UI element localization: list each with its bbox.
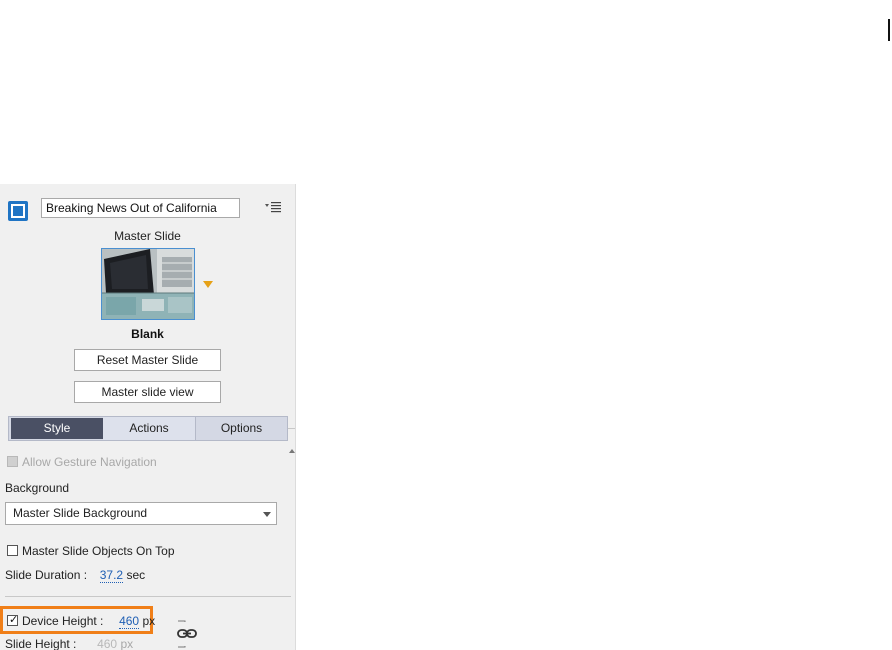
- slide-icon: [8, 201, 28, 221]
- slide-height-label: Slide Height :: [5, 637, 77, 650]
- background-label: Background: [5, 481, 70, 495]
- scroll-up-icon[interactable]: [289, 449, 295, 453]
- dropdown-arrow-icon[interactable]: [203, 281, 213, 288]
- slide-duration-unit: sec: [126, 568, 146, 582]
- master-objects-on-top-checkbox[interactable]: [7, 545, 18, 556]
- slide-height-value[interactable]: 460: [97, 637, 118, 650]
- window-edge-line: [888, 19, 890, 41]
- checkmark-icon: ✓: [9, 614, 19, 626]
- link-icon[interactable]: [176, 620, 198, 648]
- device-height-value[interactable]: 460: [119, 614, 140, 629]
- master-slide-view-button[interactable]: Master slide view: [74, 381, 221, 403]
- allow-gesture-label: Allow Gesture Navigation: [22, 455, 157, 469]
- section-divider: [5, 596, 291, 597]
- divider: [288, 428, 295, 429]
- slide-duration-row: Slide Duration : 37.2 sec: [5, 568, 146, 583]
- device-height-label: Device Height :: [22, 614, 104, 628]
- master-slide-image: [102, 249, 194, 319]
- property-tabs: Style Actions Options: [8, 416, 288, 441]
- master-objects-on-top-label: Master Slide Objects On Top: [22, 544, 175, 558]
- chevron-down-icon: [263, 512, 271, 517]
- background-select-value: Master Slide Background: [13, 506, 148, 520]
- slide-height-unit: px: [120, 637, 134, 650]
- slide-duration-label: Slide Duration :: [5, 568, 88, 582]
- master-slide-label: Master Slide: [114, 229, 181, 243]
- reset-master-slide-button[interactable]: Reset Master Slide: [74, 349, 221, 371]
- master-slide-name: Blank: [131, 327, 164, 341]
- slide-duration-value[interactable]: 37.2: [99, 568, 124, 583]
- device-height-row: Device Height : 460 px: [22, 614, 156, 629]
- tab-options[interactable]: Options: [195, 417, 287, 440]
- device-height-checkbox[interactable]: ✓: [7, 615, 18, 626]
- panel-menu-icon[interactable]: [264, 200, 282, 214]
- background-select[interactable]: Master Slide Background: [5, 502, 277, 525]
- tab-actions[interactable]: Actions: [103, 417, 195, 440]
- properties-panel: Master Slide Blank Reset Master Slide Ma…: [0, 184, 296, 650]
- master-slide-thumbnail[interactable]: [101, 248, 195, 320]
- allow-gesture-checkbox[interactable]: [7, 456, 18, 467]
- tab-style[interactable]: Style: [11, 418, 103, 439]
- slide-height-row: Slide Height : 460 px: [5, 637, 133, 650]
- device-height-unit: px: [142, 614, 156, 628]
- slide-name-input[interactable]: [41, 198, 240, 218]
